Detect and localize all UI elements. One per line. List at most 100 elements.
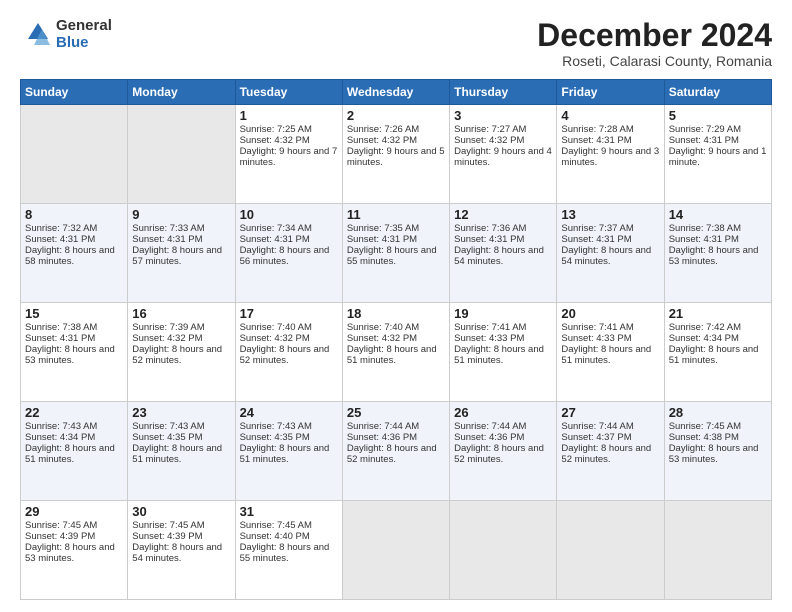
col-header-wednesday: Wednesday — [342, 80, 449, 105]
calendar-week-row: 29Sunrise: 7:45 AMSunset: 4:39 PMDayligh… — [21, 501, 772, 600]
sunset-text: Sunset: 4:31 PM — [347, 234, 417, 245]
main-title: December 2024 — [537, 18, 772, 53]
daylight-text: Daylight: 8 hours and 54 minutes. — [132, 542, 222, 564]
day-number: 12 — [454, 207, 552, 222]
table-row: 11Sunrise: 7:35 AMSunset: 4:31 PMDayligh… — [342, 204, 449, 303]
sunset-text: Sunset: 4:32 PM — [454, 135, 524, 146]
sunset-text: Sunset: 4:39 PM — [132, 531, 202, 542]
table-row: 10Sunrise: 7:34 AMSunset: 4:31 PMDayligh… — [235, 204, 342, 303]
sunset-text: Sunset: 4:38 PM — [669, 432, 739, 443]
sunset-text: Sunset: 4:37 PM — [561, 432, 631, 443]
table-row: 19Sunrise: 7:41 AMSunset: 4:33 PMDayligh… — [450, 303, 557, 402]
subtitle: Roseti, Calarasi County, Romania — [537, 53, 772, 69]
day-number: 23 — [132, 405, 230, 420]
day-number: 22 — [25, 405, 123, 420]
day-number: 19 — [454, 306, 552, 321]
sunrise-text: Sunrise: 7:41 AM — [561, 322, 633, 333]
table-row: 27Sunrise: 7:44 AMSunset: 4:37 PMDayligh… — [557, 402, 664, 501]
sunset-text: Sunset: 4:40 PM — [240, 531, 310, 542]
daylight-text: Daylight: 8 hours and 51 minutes. — [669, 344, 759, 366]
sunset-text: Sunset: 4:33 PM — [454, 333, 524, 344]
sunset-text: Sunset: 4:31 PM — [669, 234, 739, 245]
daylight-text: Daylight: 8 hours and 57 minutes. — [132, 245, 222, 267]
sunrise-text: Sunrise: 7:43 AM — [132, 421, 204, 432]
table-row: 20Sunrise: 7:41 AMSunset: 4:33 PMDayligh… — [557, 303, 664, 402]
daylight-text: Daylight: 9 hours and 4 minutes. — [454, 146, 552, 168]
sunset-text: Sunset: 4:31 PM — [669, 135, 739, 146]
calendar-header-row: Sunday Monday Tuesday Wednesday Thursday… — [21, 80, 772, 105]
day-number: 31 — [240, 504, 338, 519]
day-number: 30 — [132, 504, 230, 519]
table-row: 24Sunrise: 7:43 AMSunset: 4:35 PMDayligh… — [235, 402, 342, 501]
sunrise-text: Sunrise: 7:26 AM — [347, 124, 419, 135]
sunset-text: Sunset: 4:34 PM — [669, 333, 739, 344]
logo: General Blue — [20, 18, 112, 51]
daylight-text: Daylight: 8 hours and 51 minutes. — [454, 344, 544, 366]
day-number: 1 — [240, 108, 338, 123]
daylight-text: Daylight: 8 hours and 55 minutes. — [240, 542, 330, 564]
sunrise-text: Sunrise: 7:44 AM — [561, 421, 633, 432]
table-row: 30Sunrise: 7:45 AMSunset: 4:39 PMDayligh… — [128, 501, 235, 600]
daylight-text: Daylight: 8 hours and 52 minutes. — [240, 344, 330, 366]
day-number: 25 — [347, 405, 445, 420]
sunrise-text: Sunrise: 7:45 AM — [25, 520, 97, 531]
sunrise-text: Sunrise: 7:32 AM — [25, 223, 97, 234]
table-row — [128, 105, 235, 204]
sunrise-text: Sunrise: 7:33 AM — [132, 223, 204, 234]
sunrise-text: Sunrise: 7:28 AM — [561, 124, 633, 135]
sunrise-text: Sunrise: 7:38 AM — [25, 322, 97, 333]
daylight-text: Daylight: 9 hours and 3 minutes. — [561, 146, 659, 168]
table-row: 23Sunrise: 7:43 AMSunset: 4:35 PMDayligh… — [128, 402, 235, 501]
table-row — [21, 105, 128, 204]
table-row: 18Sunrise: 7:40 AMSunset: 4:32 PMDayligh… — [342, 303, 449, 402]
table-row: 16Sunrise: 7:39 AMSunset: 4:32 PMDayligh… — [128, 303, 235, 402]
sunset-text: Sunset: 4:36 PM — [347, 432, 417, 443]
daylight-text: Daylight: 8 hours and 56 minutes. — [240, 245, 330, 267]
table-row: 15Sunrise: 7:38 AMSunset: 4:31 PMDayligh… — [21, 303, 128, 402]
table-row: 21Sunrise: 7:42 AMSunset: 4:34 PMDayligh… — [664, 303, 771, 402]
day-number: 16 — [132, 306, 230, 321]
sunrise-text: Sunrise: 7:43 AM — [25, 421, 97, 432]
logo-icon — [20, 19, 52, 51]
table-row: 8Sunrise: 7:32 AMSunset: 4:31 PMDaylight… — [21, 204, 128, 303]
day-number: 9 — [132, 207, 230, 222]
day-number: 29 — [25, 504, 123, 519]
logo-general-text: General — [56, 18, 112, 35]
daylight-text: Daylight: 8 hours and 54 minutes. — [454, 245, 544, 267]
title-block: December 2024 Roseti, Calarasi County, R… — [537, 18, 772, 69]
sunrise-text: Sunrise: 7:39 AM — [132, 322, 204, 333]
day-number: 28 — [669, 405, 767, 420]
table-row: 17Sunrise: 7:40 AMSunset: 4:32 PMDayligh… — [235, 303, 342, 402]
daylight-text: Daylight: 9 hours and 1 minute. — [669, 146, 767, 168]
sunrise-text: Sunrise: 7:45 AM — [132, 520, 204, 531]
daylight-text: Daylight: 8 hours and 52 minutes. — [454, 443, 544, 465]
daylight-text: Daylight: 8 hours and 52 minutes. — [347, 443, 437, 465]
sunrise-text: Sunrise: 7:45 AM — [669, 421, 741, 432]
daylight-text: Daylight: 8 hours and 51 minutes. — [561, 344, 651, 366]
daylight-text: Daylight: 8 hours and 53 minutes. — [25, 344, 115, 366]
calendar-week-row: 1Sunrise: 7:25 AMSunset: 4:32 PMDaylight… — [21, 105, 772, 204]
day-number: 5 — [669, 108, 767, 123]
day-number: 27 — [561, 405, 659, 420]
day-number: 13 — [561, 207, 659, 222]
daylight-text: Daylight: 8 hours and 51 minutes. — [240, 443, 330, 465]
table-row: 2Sunrise: 7:26 AMSunset: 4:32 PMDaylight… — [342, 105, 449, 204]
sunset-text: Sunset: 4:33 PM — [561, 333, 631, 344]
sunrise-text: Sunrise: 7:34 AM — [240, 223, 312, 234]
table-row: 25Sunrise: 7:44 AMSunset: 4:36 PMDayligh… — [342, 402, 449, 501]
daylight-text: Daylight: 8 hours and 51 minutes. — [347, 344, 437, 366]
table-row: 31Sunrise: 7:45 AMSunset: 4:40 PMDayligh… — [235, 501, 342, 600]
sunrise-text: Sunrise: 7:35 AM — [347, 223, 419, 234]
table-row — [557, 501, 664, 600]
table-row: 29Sunrise: 7:45 AMSunset: 4:39 PMDayligh… — [21, 501, 128, 600]
table-row: 9Sunrise: 7:33 AMSunset: 4:31 PMDaylight… — [128, 204, 235, 303]
sunset-text: Sunset: 4:32 PM — [240, 135, 310, 146]
calendar-week-row: 22Sunrise: 7:43 AMSunset: 4:34 PMDayligh… — [21, 402, 772, 501]
daylight-text: Daylight: 8 hours and 52 minutes. — [132, 344, 222, 366]
sunrise-text: Sunrise: 7:38 AM — [669, 223, 741, 234]
sunset-text: Sunset: 4:31 PM — [25, 333, 95, 344]
col-header-tuesday: Tuesday — [235, 80, 342, 105]
table-row — [450, 501, 557, 600]
sunset-text: Sunset: 4:35 PM — [240, 432, 310, 443]
sunset-text: Sunset: 4:31 PM — [454, 234, 524, 245]
